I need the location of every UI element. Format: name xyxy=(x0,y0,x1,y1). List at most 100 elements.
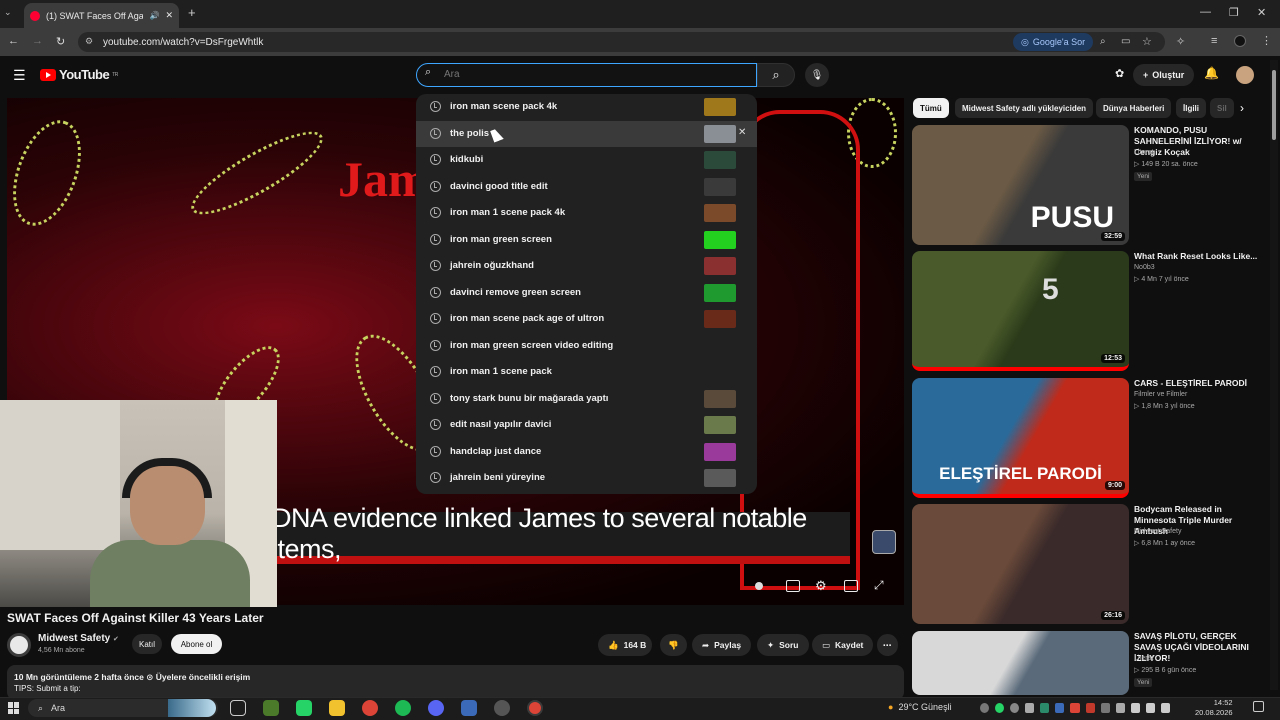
search-suggestion-item[interactable]: jahrein beni yüreyine xyxy=(416,465,757,491)
chips-next-chevron-icon[interactable]: › xyxy=(1240,101,1244,115)
tray-icon[interactable] xyxy=(1115,703,1125,713)
google-sor-button[interactable]: ◎ Google'a Sor xyxy=(1013,33,1094,51)
tray-icon[interactable] xyxy=(1025,703,1035,713)
related-video-channel[interactable]: Literat xyxy=(1134,655,1153,662)
search-suggestion-item[interactable]: iron man scene pack age of ultron xyxy=(416,306,757,332)
volume-icon[interactable] xyxy=(1160,703,1171,713)
filter-chip[interactable]: Midwest Safety adlı yükleyiciden xyxy=(955,98,1094,118)
hamburger-menu-icon[interactable]: ☰ xyxy=(13,67,26,84)
related-video-title[interactable]: SAVAŞ PİLOTU, GERÇEK SAVAŞ UÇAĞI VİDEOLA… xyxy=(1134,631,1264,664)
channel-watermark-icon[interactable] xyxy=(872,530,896,554)
url-text[interactable]: youtube.com/watch?v=DsFrgeWhtlk xyxy=(103,37,263,48)
browser-tab[interactable]: (1) SWAT Faces Off Against 🔊 ✕ xyxy=(24,3,179,28)
channel-avatar[interactable] xyxy=(7,633,31,657)
filter-chip[interactable]: Sil xyxy=(1210,98,1234,118)
bookmark-star-icon[interactable]: ☆ xyxy=(1142,35,1152,48)
search-suggestion-item[interactable]: iron man 1 scene pack xyxy=(416,359,757,385)
related-video-title[interactable]: What Rank Reset Looks Like... xyxy=(1134,251,1264,262)
restore-icon[interactable]: ❐ xyxy=(1229,6,1239,19)
more-actions-button[interactable]: ⋯ xyxy=(877,634,898,656)
cast-icon[interactable]: ▭ xyxy=(1121,36,1130,47)
chrome-active-icon[interactable] xyxy=(527,700,543,716)
profile-icon[interactable] xyxy=(1234,35,1246,47)
related-video-title[interactable]: CARS - ELEŞTİREL PARODİ xyxy=(1134,378,1264,389)
reload-icon[interactable]: ↻ xyxy=(56,35,65,48)
tray-icon[interactable] xyxy=(1100,703,1110,713)
miniplayer-icon[interactable] xyxy=(844,580,858,592)
back-icon[interactable]: ← xyxy=(8,35,19,47)
remove-suggestion-icon[interactable]: ✕ xyxy=(738,127,746,138)
related-video-thumbnail[interactable]: ELEŞTİREL PARODİ 9:00 xyxy=(912,378,1129,498)
related-video-channel[interactable]: Literat xyxy=(1134,149,1153,156)
app-icon-2[interactable] xyxy=(428,700,444,716)
network-icon[interactable] xyxy=(1145,703,1155,713)
youtube-logo[interactable]: YouTube TR xyxy=(40,67,118,82)
tab-audio-icon[interactable]: 🔊 xyxy=(149,11,159,20)
search-input[interactable] xyxy=(444,67,744,82)
notification-center-icon[interactable] xyxy=(1253,701,1264,712)
search-suggestion-item[interactable]: handclap just dance xyxy=(416,439,757,465)
chrome-icon[interactable] xyxy=(362,700,378,716)
autoplay-toggle-icon[interactable] xyxy=(755,582,763,590)
search-suggestion-item[interactable]: iron man green screen xyxy=(416,227,757,253)
task-view-icon[interactable] xyxy=(230,700,246,716)
related-video-channel[interactable]: Filmler ve Filmler xyxy=(1134,391,1187,398)
tab-close-icon[interactable]: ✕ xyxy=(165,10,173,21)
voice-search-button[interactable]: 🎙 xyxy=(805,63,829,87)
search-suggestion-item[interactable]: iron man scene pack 4k xyxy=(416,94,757,120)
forward-icon[interactable]: → xyxy=(32,35,43,47)
related-video-channel[interactable]: Midwest Safety xyxy=(1134,528,1181,535)
file-explorer-icon[interactable] xyxy=(329,700,345,716)
tray-icon[interactable] xyxy=(1010,703,1020,713)
like-button[interactable]: 👍 164 B xyxy=(598,634,653,656)
tray-icon[interactable] xyxy=(1070,703,1080,713)
save-button[interactable]: ▭ Kaydet xyxy=(812,634,874,656)
related-video-thumbnail[interactable]: 26:16 xyxy=(912,504,1129,624)
search-suggestion-item[interactable]: tony stark bunu bir mağarada yaptı xyxy=(416,386,757,412)
page-scrollbar[interactable] xyxy=(1270,60,1278,690)
tray-icon[interactable] xyxy=(1055,703,1065,713)
related-video-thumbnail[interactable]: 5 12:53 xyxy=(912,251,1129,371)
create-button[interactable]: + Oluştur xyxy=(1133,64,1195,86)
subscribe-button[interactable]: Abone ol xyxy=(171,634,222,654)
fullscreen-icon[interactable]: ⤢ xyxy=(874,578,884,593)
share-button[interactable]: ➦ Paylaş xyxy=(692,634,752,656)
search-suggestion-item[interactable]: edit nasıl yapılır davici xyxy=(416,412,757,438)
search-suggestion-item[interactable]: iron man 1 scene pack 4k xyxy=(416,200,757,226)
chrome-menu-icon[interactable]: ⋮ xyxy=(1261,34,1272,47)
search-suggestion-item[interactable]: davinci remove green screen xyxy=(416,280,757,306)
zoom-icon[interactable]: ⌕ xyxy=(1100,36,1106,47)
settings-gear-icon[interactable]: ⚙ xyxy=(815,578,827,594)
close-window-icon[interactable]: ✕ xyxy=(1257,6,1266,19)
filter-chip[interactable]: İlgili xyxy=(1176,98,1206,118)
taskbar-clock[interactable]: 14:52 20.08.2026 xyxy=(1195,698,1233,718)
related-video-thumbnail[interactable]: PUSU 32:59 xyxy=(912,125,1129,245)
channel-name[interactable]: Midwest Safety ✔ xyxy=(38,633,119,644)
dislike-button[interactable]: 👎 xyxy=(660,634,687,656)
new-tab-icon[interactable]: + xyxy=(188,5,196,20)
app-icon-4[interactable] xyxy=(494,700,510,716)
app-icon-3[interactable] xyxy=(461,700,477,716)
tray-icon[interactable] xyxy=(1040,703,1050,713)
related-video-title[interactable]: KOMANDO, PUSU SAHNELERİNİ İZLİYOR! w/ Ce… xyxy=(1134,125,1264,158)
account-avatar[interactable] xyxy=(1236,66,1254,84)
extensions-icon[interactable]: ✧ xyxy=(1176,35,1185,48)
search-suggestion-item[interactable]: iron man green screen video editing xyxy=(416,333,757,359)
search-suggestion-item[interactable]: kidkubi xyxy=(416,147,757,173)
whatsapp-icon[interactable] xyxy=(296,700,312,716)
minimize-icon[interactable]: — xyxy=(1200,6,1211,18)
search-suggestion-item[interactable]: the polis ✕ xyxy=(416,120,757,147)
search-suggestion-item[interactable]: jahrein oğuzkhand xyxy=(416,253,757,279)
notifications-bell-icon[interactable]: 🔔 xyxy=(1204,66,1219,80)
weather-widget[interactable]: ● 29°C Güneşli xyxy=(888,702,952,712)
tray-icon[interactable] xyxy=(980,703,990,713)
system-tray[interactable] xyxy=(980,700,1171,716)
app-icon-1[interactable] xyxy=(263,700,279,716)
tab-list-icon[interactable]: ⌄ xyxy=(4,7,12,18)
reading-list-icon[interactable]: ≡ xyxy=(1211,35,1217,47)
ask-button[interactable]: ✦ Soru xyxy=(757,634,809,656)
subtitles-icon[interactable] xyxy=(786,580,800,592)
search-suggestion-item[interactable]: davinci good title edit xyxy=(416,174,757,200)
chatgpt-extension-icon[interactable]: ✿ xyxy=(1115,67,1124,80)
related-video-channel[interactable]: No0b3 xyxy=(1134,264,1155,271)
